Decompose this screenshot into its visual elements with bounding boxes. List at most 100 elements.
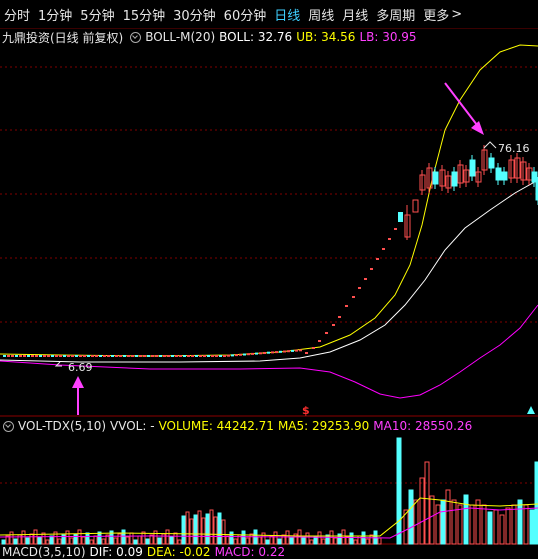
candle bbox=[187, 355, 190, 357]
volume-bar bbox=[309, 539, 314, 545]
volume-bar bbox=[89, 539, 94, 545]
candle bbox=[231, 354, 234, 357]
candle bbox=[115, 355, 118, 357]
volume-bar bbox=[353, 539, 358, 545]
arrow-head-icon bbox=[72, 376, 84, 388]
candle bbox=[11, 355, 14, 357]
volume-bar bbox=[209, 509, 214, 545]
candle bbox=[275, 351, 278, 354]
candle bbox=[139, 355, 142, 357]
volume-bar bbox=[469, 504, 475, 545]
candle bbox=[131, 355, 134, 357]
candle bbox=[267, 351, 270, 354]
candle bbox=[388, 238, 391, 240]
candle bbox=[239, 353, 242, 356]
candle bbox=[219, 355, 222, 357]
volume-bar bbox=[317, 531, 322, 545]
candle bbox=[287, 350, 290, 353]
candle bbox=[135, 355, 138, 357]
candle bbox=[227, 354, 230, 357]
candle bbox=[59, 355, 62, 357]
volume-bar bbox=[125, 536, 130, 545]
candle bbox=[279, 350, 282, 353]
candle bbox=[370, 268, 373, 270]
volume-bar bbox=[523, 504, 529, 545]
candle bbox=[398, 212, 403, 222]
high-price-label: 76.16 bbox=[498, 142, 530, 155]
volume-bar bbox=[445, 489, 451, 545]
candle bbox=[332, 324, 335, 326]
candle bbox=[103, 355, 106, 357]
volume-bar bbox=[201, 517, 206, 545]
candle bbox=[179, 355, 182, 357]
candle bbox=[175, 355, 178, 357]
candle bbox=[15, 355, 18, 357]
volume-bar bbox=[424, 461, 430, 545]
candle bbox=[31, 355, 34, 357]
candle bbox=[243, 353, 246, 356]
candle bbox=[203, 355, 206, 357]
candle bbox=[352, 296, 355, 298]
volume-bar bbox=[463, 494, 469, 545]
high-price-pointer bbox=[483, 141, 497, 149]
candle bbox=[39, 355, 42, 357]
candle bbox=[79, 355, 82, 357]
volume-bar bbox=[337, 533, 342, 545]
volume-bar bbox=[377, 537, 382, 545]
candle bbox=[291, 349, 294, 352]
candle bbox=[312, 347, 315, 349]
volume-bar bbox=[29, 533, 34, 545]
candle bbox=[27, 355, 30, 357]
kline-chart-canvas[interactable]: 76.16 6.69 $ bbox=[0, 0, 538, 559]
candle bbox=[531, 171, 538, 183]
candle bbox=[127, 355, 130, 357]
volume-bar bbox=[81, 536, 86, 545]
candle bbox=[358, 287, 361, 289]
volume-bar bbox=[265, 539, 270, 545]
volume-bar bbox=[413, 499, 419, 545]
candle bbox=[259, 352, 262, 355]
volume-bar bbox=[277, 538, 282, 545]
volume-bar bbox=[193, 514, 198, 545]
volume-bar bbox=[511, 504, 517, 545]
volume-bar bbox=[345, 536, 350, 545]
volume-bar bbox=[419, 477, 425, 545]
candle bbox=[91, 355, 94, 357]
volume-bar bbox=[169, 536, 174, 545]
candle bbox=[55, 355, 58, 357]
volume-bar bbox=[121, 529, 126, 545]
volume-bar bbox=[257, 536, 262, 545]
candle bbox=[23, 355, 26, 357]
candle bbox=[151, 355, 154, 357]
volume-bar bbox=[37, 536, 42, 545]
candle bbox=[119, 355, 122, 357]
volume-bar bbox=[21, 530, 26, 545]
candle bbox=[432, 171, 439, 185]
volume-bar bbox=[289, 537, 294, 545]
candle bbox=[263, 352, 266, 354]
candle bbox=[305, 352, 308, 354]
arrow-down-icon bbox=[444, 82, 478, 126]
volume-bar bbox=[129, 532, 134, 545]
volume-bar bbox=[25, 537, 30, 545]
candle bbox=[83, 355, 86, 357]
volume-bar bbox=[1, 539, 6, 545]
volume-bar bbox=[261, 532, 266, 545]
candle bbox=[469, 159, 476, 177]
candle bbox=[35, 355, 38, 357]
volume-bar bbox=[365, 538, 370, 545]
candle bbox=[251, 352, 254, 355]
candle bbox=[75, 355, 78, 357]
volume-bar bbox=[493, 509, 499, 545]
candle bbox=[364, 278, 367, 280]
candle bbox=[451, 171, 458, 187]
volume-bar bbox=[229, 531, 234, 545]
candle bbox=[271, 351, 274, 354]
arrow-head-icon bbox=[471, 121, 484, 135]
volume-bar bbox=[197, 510, 202, 545]
volume-bar bbox=[475, 499, 481, 545]
candle bbox=[207, 355, 210, 357]
volume-bar bbox=[457, 504, 463, 545]
volume-bar bbox=[69, 537, 74, 545]
candle bbox=[295, 349, 298, 352]
